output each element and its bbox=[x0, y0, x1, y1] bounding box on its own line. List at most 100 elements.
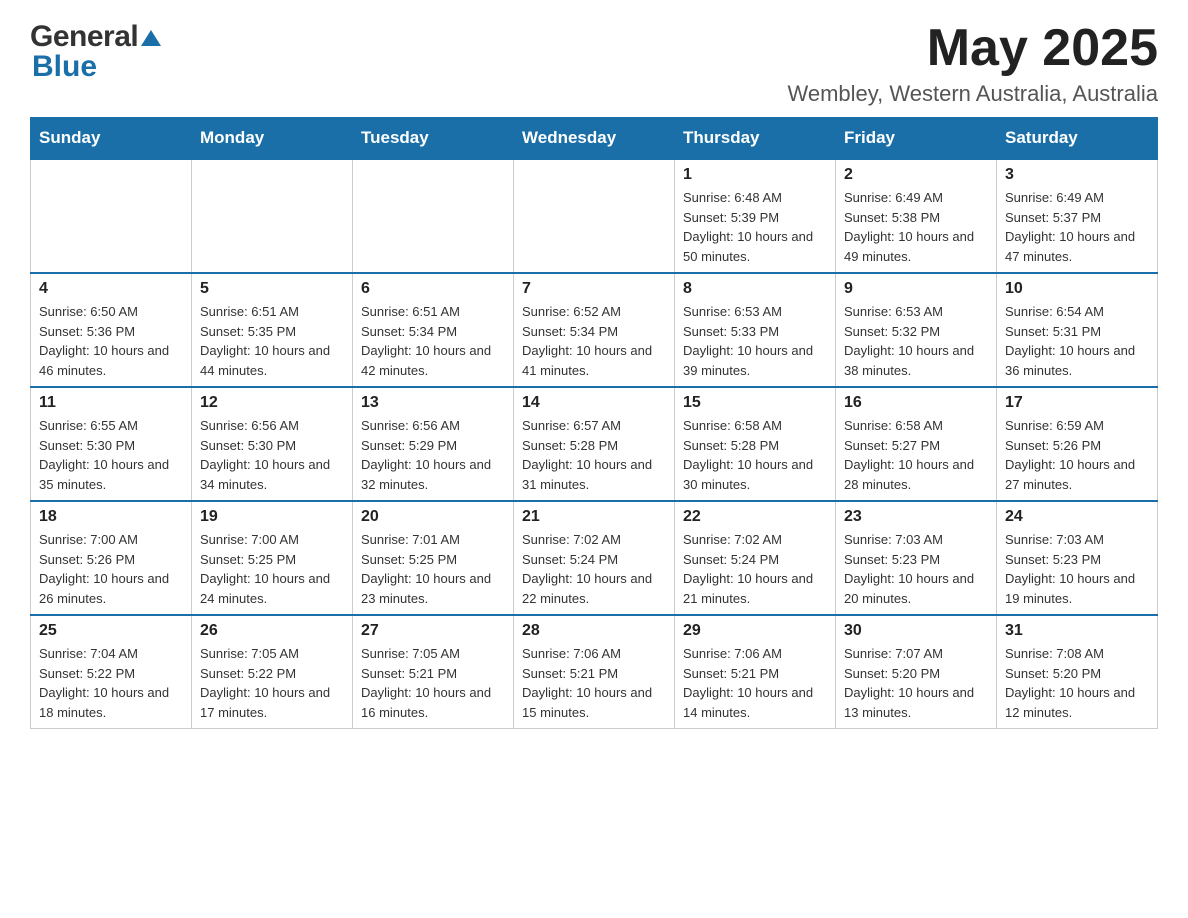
col-monday: Monday bbox=[192, 118, 353, 160]
month-year-title: May 2025 bbox=[788, 20, 1159, 77]
day-number: 13 bbox=[361, 394, 505, 412]
col-saturday: Saturday bbox=[997, 118, 1158, 160]
logo: General Blue bbox=[30, 20, 161, 84]
day-number: 9 bbox=[844, 280, 988, 298]
day-sun-info: Sunrise: 6:49 AM Sunset: 5:38 PM Dayligh… bbox=[844, 188, 988, 266]
calendar-cell-w2-d4: 7 Sunrise: 6:52 AM Sunset: 5:34 PM Daylig… bbox=[514, 273, 675, 387]
calendar-cell-w5-d6: 30Sunrise: 7:07 AM Sunset: 5:20 PM Dayli… bbox=[836, 615, 997, 729]
calendar-cell-w1-d1 bbox=[31, 159, 192, 273]
calendar-cell-w3-d3: 13 Sunrise: 6:56 AM Sunset: 5:29 PM Dayli… bbox=[353, 387, 514, 501]
day-sun-info: Sunrise: 6:49 AM Sunset: 5:37 PM Dayligh… bbox=[1005, 188, 1149, 266]
calendar-cell-w5-d5: 29Sunrise: 7:06 AM Sunset: 5:21 PM Dayli… bbox=[675, 615, 836, 729]
calendar-week-3: 11 Sunrise: 6:55 AM Sunset: 5:30 PM Dayli… bbox=[31, 387, 1158, 501]
location-subtitle: Wembley, Western Australia, Australia bbox=[788, 81, 1159, 107]
day-number: 30 bbox=[844, 622, 988, 640]
day-sun-info: Sunrise: 7:01 AM Sunset: 5:25 PM Dayligh… bbox=[361, 530, 505, 608]
day-sun-info: Sunrise: 7:04 AM Sunset: 5:22 PM Dayligh… bbox=[39, 644, 183, 722]
day-number: 15 bbox=[683, 394, 827, 412]
calendar-table: Sunday Monday Tuesday Wednesday Thursday… bbox=[30, 117, 1158, 729]
day-sun-info: Sunrise: 7:02 AM Sunset: 5:24 PM Dayligh… bbox=[683, 530, 827, 608]
day-number: 2 bbox=[844, 166, 988, 184]
calendar-cell-w5-d7: 31 Sunrise: 7:08 AM Sunset: 5:20 PM Dayli… bbox=[997, 615, 1158, 729]
day-number: 20 bbox=[361, 508, 505, 526]
calendar-cell-w1-d7: 3Sunrise: 6:49 AM Sunset: 5:37 PM Daylig… bbox=[997, 159, 1158, 273]
day-sun-info: Sunrise: 7:02 AM Sunset: 5:24 PM Dayligh… bbox=[522, 530, 666, 608]
page-header: General Blue May 2025 Wembley, Western A… bbox=[30, 20, 1158, 107]
day-sun-info: Sunrise: 7:06 AM Sunset: 5:21 PM Dayligh… bbox=[683, 644, 827, 722]
calendar-cell-w1-d2 bbox=[192, 159, 353, 273]
calendar-week-5: 25 Sunrise: 7:04 AM Sunset: 5:22 PM Dayli… bbox=[31, 615, 1158, 729]
day-sun-info: Sunrise: 6:57 AM Sunset: 5:28 PM Dayligh… bbox=[522, 416, 666, 494]
day-sun-info: Sunrise: 6:58 AM Sunset: 5:27 PM Dayligh… bbox=[844, 416, 988, 494]
calendar-cell-w4-d2: 19Sunrise: 7:00 AM Sunset: 5:25 PM Dayli… bbox=[192, 501, 353, 615]
day-number: 6 bbox=[361, 280, 505, 298]
day-sun-info: Sunrise: 6:56 AM Sunset: 5:29 PM Dayligh… bbox=[361, 416, 505, 494]
day-number: 11 bbox=[39, 394, 183, 412]
calendar-cell-w1-d6: 2 Sunrise: 6:49 AM Sunset: 5:38 PM Daylig… bbox=[836, 159, 997, 273]
day-sun-info: Sunrise: 6:59 AM Sunset: 5:26 PM Dayligh… bbox=[1005, 416, 1149, 494]
day-sun-info: Sunrise: 7:00 AM Sunset: 5:26 PM Dayligh… bbox=[39, 530, 183, 608]
day-number: 1 bbox=[683, 166, 827, 184]
calendar-cell-w4-d1: 18Sunrise: 7:00 AM Sunset: 5:26 PM Dayli… bbox=[31, 501, 192, 615]
calendar-cell-w5-d2: 26Sunrise: 7:05 AM Sunset: 5:22 PM Dayli… bbox=[192, 615, 353, 729]
calendar-cell-w5-d1: 25 Sunrise: 7:04 AM Sunset: 5:22 PM Dayli… bbox=[31, 615, 192, 729]
calendar-week-4: 18Sunrise: 7:00 AM Sunset: 5:26 PM Dayli… bbox=[31, 501, 1158, 615]
day-number: 31 bbox=[1005, 622, 1149, 640]
day-sun-info: Sunrise: 6:53 AM Sunset: 5:32 PM Dayligh… bbox=[844, 302, 988, 380]
day-number: 21 bbox=[522, 508, 666, 526]
col-sunday: Sunday bbox=[31, 118, 192, 160]
calendar-cell-w2-d1: 4 Sunrise: 6:50 AM Sunset: 5:36 PM Daylig… bbox=[31, 273, 192, 387]
day-sun-info: Sunrise: 6:51 AM Sunset: 5:35 PM Dayligh… bbox=[200, 302, 344, 380]
calendar-cell-w5-d4: 28 Sunrise: 7:06 AM Sunset: 5:21 PM Dayli… bbox=[514, 615, 675, 729]
day-number: 16 bbox=[844, 394, 988, 412]
calendar-header-row: Sunday Monday Tuesday Wednesday Thursday… bbox=[31, 118, 1158, 160]
calendar-cell-w5-d3: 27 Sunrise: 7:05 AM Sunset: 5:21 PM Dayli… bbox=[353, 615, 514, 729]
day-sun-info: Sunrise: 7:00 AM Sunset: 5:25 PM Dayligh… bbox=[200, 530, 344, 608]
day-sun-info: Sunrise: 6:52 AM Sunset: 5:34 PM Dayligh… bbox=[522, 302, 666, 380]
calendar-week-1: 1Sunrise: 6:48 AM Sunset: 5:39 PM Daylig… bbox=[31, 159, 1158, 273]
day-number: 4 bbox=[39, 280, 183, 298]
col-friday: Friday bbox=[836, 118, 997, 160]
calendar-cell-w2-d7: 10Sunrise: 6:54 AM Sunset: 5:31 PM Dayli… bbox=[997, 273, 1158, 387]
day-sun-info: Sunrise: 7:05 AM Sunset: 5:21 PM Dayligh… bbox=[361, 644, 505, 722]
day-number: 8 bbox=[683, 280, 827, 298]
day-sun-info: Sunrise: 6:56 AM Sunset: 5:30 PM Dayligh… bbox=[200, 416, 344, 494]
calendar-week-2: 4 Sunrise: 6:50 AM Sunset: 5:36 PM Daylig… bbox=[31, 273, 1158, 387]
calendar-cell-w4-d4: 21 Sunrise: 7:02 AM Sunset: 5:24 PM Dayli… bbox=[514, 501, 675, 615]
day-sun-info: Sunrise: 6:55 AM Sunset: 5:30 PM Dayligh… bbox=[39, 416, 183, 494]
day-sun-info: Sunrise: 7:03 AM Sunset: 5:23 PM Dayligh… bbox=[844, 530, 988, 608]
day-number: 23 bbox=[844, 508, 988, 526]
day-number: 25 bbox=[39, 622, 183, 640]
day-sun-info: Sunrise: 7:06 AM Sunset: 5:21 PM Dayligh… bbox=[522, 644, 666, 722]
day-sun-info: Sunrise: 7:08 AM Sunset: 5:20 PM Dayligh… bbox=[1005, 644, 1149, 722]
calendar-cell-w2-d5: 8 Sunrise: 6:53 AM Sunset: 5:33 PM Daylig… bbox=[675, 273, 836, 387]
calendar-cell-w2-d3: 6Sunrise: 6:51 AM Sunset: 5:34 PM Daylig… bbox=[353, 273, 514, 387]
calendar-cell-w4-d6: 23 Sunrise: 7:03 AM Sunset: 5:23 PM Dayli… bbox=[836, 501, 997, 615]
day-number: 28 bbox=[522, 622, 666, 640]
calendar-cell-w4-d7: 24Sunrise: 7:03 AM Sunset: 5:23 PM Dayli… bbox=[997, 501, 1158, 615]
calendar-cell-w1-d5: 1Sunrise: 6:48 AM Sunset: 5:39 PM Daylig… bbox=[675, 159, 836, 273]
logo-blue-text: Blue bbox=[32, 50, 97, 84]
calendar-cell-w4-d3: 20 Sunrise: 7:01 AM Sunset: 5:25 PM Dayli… bbox=[353, 501, 514, 615]
col-tuesday: Tuesday bbox=[353, 118, 514, 160]
calendar-cell-w2-d2: 5 Sunrise: 6:51 AM Sunset: 5:35 PM Daylig… bbox=[192, 273, 353, 387]
calendar-cell-w2-d6: 9 Sunrise: 6:53 AM Sunset: 5:32 PM Daylig… bbox=[836, 273, 997, 387]
calendar-cell-w1-d4 bbox=[514, 159, 675, 273]
day-sun-info: Sunrise: 6:58 AM Sunset: 5:28 PM Dayligh… bbox=[683, 416, 827, 494]
day-sun-info: Sunrise: 6:50 AM Sunset: 5:36 PM Dayligh… bbox=[39, 302, 183, 380]
day-number: 7 bbox=[522, 280, 666, 298]
calendar-cell-w3-d2: 12 Sunrise: 6:56 AM Sunset: 5:30 PM Dayli… bbox=[192, 387, 353, 501]
day-number: 10 bbox=[1005, 280, 1149, 298]
logo-general-text: General bbox=[30, 20, 138, 54]
day-number: 5 bbox=[200, 280, 344, 298]
calendar-cell-w3-d6: 16 Sunrise: 6:58 AM Sunset: 5:27 PM Dayli… bbox=[836, 387, 997, 501]
day-sun-info: Sunrise: 6:53 AM Sunset: 5:33 PM Dayligh… bbox=[683, 302, 827, 380]
day-number: 27 bbox=[361, 622, 505, 640]
calendar-cell-w3-d7: 17Sunrise: 6:59 AM Sunset: 5:26 PM Dayli… bbox=[997, 387, 1158, 501]
day-number: 22 bbox=[683, 508, 827, 526]
calendar-cell-w3-d1: 11 Sunrise: 6:55 AM Sunset: 5:30 PM Dayli… bbox=[31, 387, 192, 501]
logo-triangle-icon bbox=[141, 30, 161, 46]
day-number: 12 bbox=[200, 394, 344, 412]
day-sun-info: Sunrise: 7:03 AM Sunset: 5:23 PM Dayligh… bbox=[1005, 530, 1149, 608]
calendar-cell-w4-d5: 22 Sunrise: 7:02 AM Sunset: 5:24 PM Dayli… bbox=[675, 501, 836, 615]
